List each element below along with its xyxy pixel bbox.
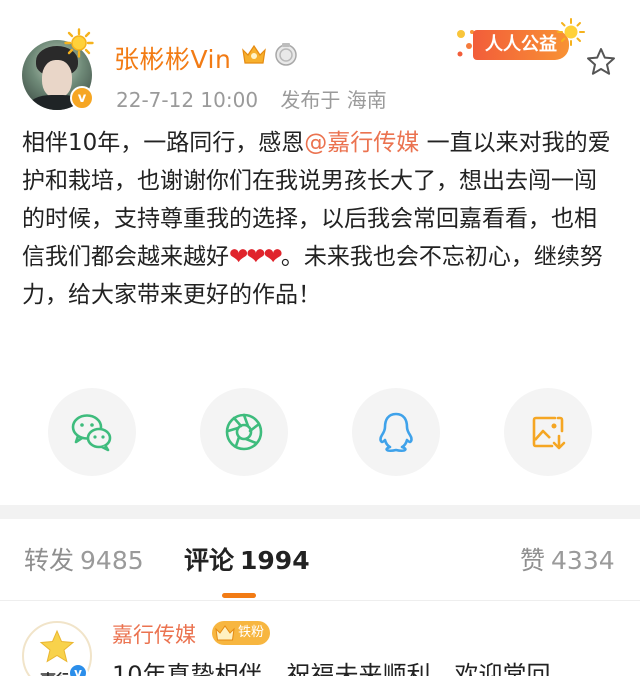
save-image-button[interactable] — [504, 388, 592, 476]
tab-comments[interactable]: 评论 1994 — [184, 541, 310, 577]
vip-badge: v — [70, 86, 94, 110]
heart-emoji: ❤❤❤ — [229, 244, 283, 270]
post-time: 22-7-12 10:00 — [116, 88, 259, 112]
fan-level-badge: 铁粉 — [212, 621, 271, 645]
tab-comments-label: 评论 — [184, 546, 235, 575]
tab-likes-count: 4334 — [551, 546, 615, 575]
share-wechat-button[interactable] — [48, 388, 136, 476]
active-tab-indicator — [222, 593, 256, 598]
moments-icon — [225, 413, 263, 451]
section-divider — [0, 505, 640, 519]
post-location: 发布于 海南 — [280, 88, 387, 112]
qq-icon — [379, 412, 413, 453]
star-logo-icon — [39, 629, 75, 663]
post-body-text: 相伴10年，一路同行，感恩 — [22, 130, 305, 156]
tab-comments-count: 1994 — [240, 546, 310, 575]
tab-repost-label: 转发 — [24, 546, 75, 575]
sunshine-badge-icon — [64, 28, 94, 58]
tab-repost[interactable]: 转发 9485 — [24, 541, 144, 577]
avatar-face — [42, 60, 72, 98]
medal-badge-icon — [275, 43, 297, 66]
fan-level-label: 铁粉 — [238, 625, 265, 640]
commenter-name[interactable]: 嘉行传媒 — [112, 619, 196, 649]
charity-sun-icon — [557, 18, 585, 46]
mention-link[interactable]: @嘉行传媒 — [304, 130, 419, 156]
share-row — [0, 388, 640, 476]
weibo-post: v 张彬彬Vin 22-7-12 10:00 发布于 海南 人人公益 相伴10年… — [0, 0, 640, 505]
interaction-tabs: 转发 9485 评论 1994 赞 4334 — [0, 519, 640, 601]
comment-item: 嘉行 v 嘉行传媒 铁粉 10年真挚相伴，祝福未来顺利，欢迎常回 — [0, 601, 640, 676]
tab-likes[interactable]: 赞 4334 — [520, 541, 615, 577]
crown-mini-icon — [215, 625, 235, 641]
share-moments-button[interactable] — [200, 388, 288, 476]
tab-repost-count: 9485 — [80, 546, 144, 575]
charity-badge[interactable]: 人人公益 — [455, 18, 585, 66]
comment-text: 10年真挚相伴，祝福未来顺利，欢迎常回 — [112, 661, 551, 676]
tab-likes-label: 赞 — [520, 546, 546, 575]
post-meta: 22-7-12 10:00 发布于 海南 — [116, 84, 403, 113]
save-image-icon — [532, 416, 566, 450]
share-qq-button[interactable] — [352, 388, 440, 476]
wechat-icon — [71, 414, 112, 452]
favorite-star-icon[interactable] — [585, 46, 617, 78]
crown-badge-icon — [242, 44, 266, 64]
charity-label: 人人公益 — [473, 30, 569, 60]
post-body: 相伴10年，一路同行，感恩@嘉行传媒 一直以来对我的爱护和栽培，也谢谢你们在我说… — [22, 124, 618, 314]
author-name[interactable]: 张彬彬Vin — [114, 40, 231, 76]
verified-badge-icon: v — [68, 663, 88, 676]
